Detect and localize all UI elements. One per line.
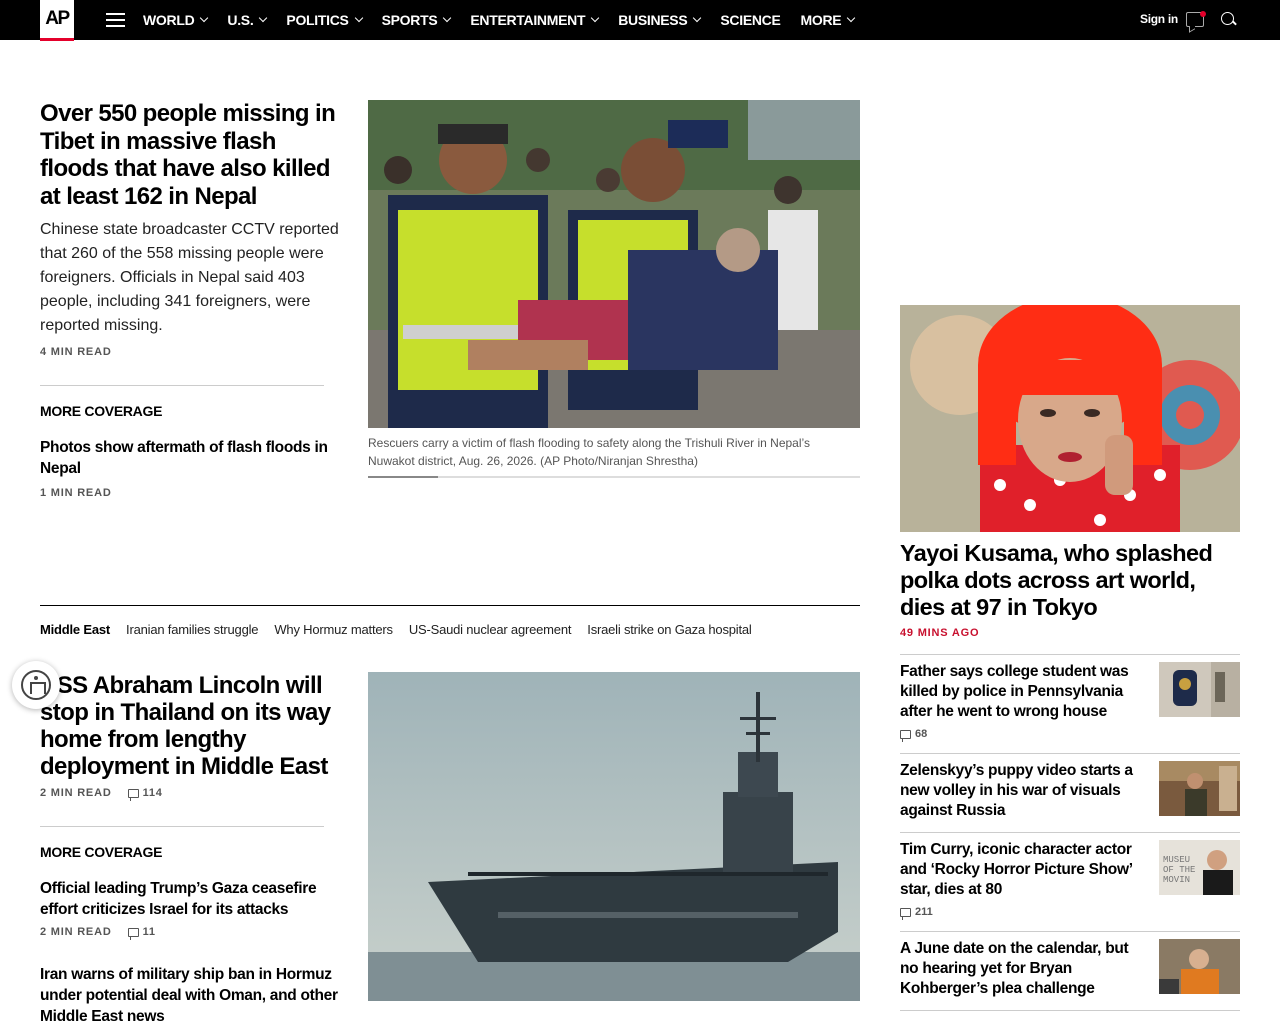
- nav-label: SCIENCE: [720, 12, 781, 28]
- read-time: 4 MIN READ: [40, 346, 112, 358]
- divider: [900, 832, 1240, 833]
- caption-divider: [368, 476, 860, 478]
- rail-item-title[interactable]: Father says college student was killed b…: [900, 662, 1150, 722]
- rail-item-title[interactable]: Zelenskyy’s puppy video starts a new vol…: [900, 761, 1150, 821]
- comment-count[interactable]: 11: [127, 926, 156, 940]
- notification-dot: [1200, 11, 1206, 17]
- comment-icon: [127, 927, 139, 940]
- photo-caption: Rescuers carry a victim of flash floodin…: [368, 436, 810, 468]
- accessibility-icon: [21, 670, 51, 700]
- tim-curry-image: MUSEU OF THE MOVIN: [1159, 840, 1240, 895]
- read-time: 1 MIN READ: [40, 487, 112, 499]
- zelenskyy-image: [1159, 761, 1240, 816]
- divider: [900, 753, 1240, 754]
- divider: [40, 385, 324, 386]
- kusama-portrait-image: [900, 305, 1240, 532]
- comment-number: 11: [142, 926, 156, 938]
- section-label[interactable]: Middle East: [40, 622, 110, 637]
- divider: [900, 1010, 1240, 1011]
- nav-label: MORE: [800, 12, 842, 28]
- flood-rescue-photo[interactable]: [368, 100, 860, 428]
- svg-text:MUSEU: MUSEU: [1163, 855, 1190, 865]
- aircraft-carrier-image: [368, 672, 860, 1001]
- comment-icon: [127, 788, 139, 801]
- nav-label: SPORTS: [381, 12, 438, 28]
- comment-count[interactable]: 114: [127, 787, 163, 801]
- time-ago: 49 MINS AGO: [900, 627, 980, 639]
- middle-east-tabs: Middle East Iranian families struggle Wh…: [40, 622, 768, 637]
- story-meta: 2 MIN READ 11: [40, 926, 156, 940]
- middle-east-headline[interactable]: USS Abraham Lincoln will stop in Thailan…: [40, 672, 345, 780]
- comment-number: 68: [915, 728, 928, 740]
- related-headline[interactable]: Iran warns of military ship ban in Hormu…: [40, 964, 340, 1024]
- comment-count[interactable]: 211: [900, 906, 933, 920]
- section-divider: [40, 605, 860, 606]
- rail-item-title[interactable]: Tim Curry, iconic character actor and ‘R…: [900, 840, 1150, 900]
- search-icon[interactable]: [1221, 12, 1236, 27]
- chevron-down-icon: [590, 13, 600, 23]
- police-station-thumbnail[interactable]: [1159, 662, 1240, 717]
- nav-label: WORLD: [143, 12, 195, 28]
- kohberger-thumbnail[interactable]: [1159, 939, 1240, 994]
- comment-number: 114: [142, 787, 163, 799]
- topic-tab[interactable]: Why Hormuz matters: [274, 622, 393, 637]
- nav-item-more[interactable]: MORE: [800, 12, 856, 28]
- comment-number: 211: [915, 906, 933, 918]
- top-navigation-bar: AP WORLD U.S. POLITICS SPORTS ENTERTAINM…: [0, 0, 1280, 41]
- svg-text:MOVIN: MOVIN: [1163, 875, 1190, 885]
- more-coverage-label: MORE COVERAGE: [40, 844, 163, 860]
- chevron-down-icon: [693, 13, 702, 23]
- nav-label: BUSINESS: [618, 12, 688, 28]
- sign-in-link[interactable]: Sign in: [1140, 12, 1178, 26]
- chevron-down-icon: [847, 13, 856, 23]
- nav-label: POLITICS: [286, 12, 349, 28]
- nav-item-us[interactable]: U.S.: [227, 12, 268, 28]
- kusama-photo[interactable]: [900, 305, 1240, 532]
- aircraft-carrier-photo[interactable]: [368, 672, 860, 1001]
- related-headline[interactable]: Photos show aftermath of flash floods in…: [40, 437, 330, 479]
- divider: [900, 654, 1240, 655]
- nav-label: ENTERTAINMENT: [470, 12, 586, 28]
- police-station-image: [1159, 662, 1240, 717]
- svg-text:OF THE: OF THE: [1163, 865, 1195, 875]
- chevron-down-icon: [259, 13, 268, 23]
- kohberger-image: [1159, 939, 1240, 994]
- divider: [900, 931, 1240, 932]
- nav-item-politics[interactable]: POLITICS: [286, 12, 363, 28]
- nav-item-sports[interactable]: SPORTS: [381, 12, 452, 28]
- more-coverage-label: MORE COVERAGE: [40, 403, 163, 419]
- zelenskyy-thumbnail[interactable]: [1159, 761, 1240, 816]
- ap-logo[interactable]: AP: [40, 0, 74, 41]
- flood-rescue-image: [368, 100, 860, 428]
- lead-headline[interactable]: Over 550 people missing in Tibet in mass…: [40, 100, 340, 210]
- comment-icon: [900, 907, 911, 920]
- read-time: 2 MIN READ: [40, 787, 112, 799]
- nav-label: U.S.: [227, 12, 254, 28]
- divider: [40, 826, 324, 827]
- main-nav: WORLD U.S. POLITICS SPORTS ENTERTAINMENT…: [143, 0, 874, 40]
- nav-item-science[interactable]: SCIENCE: [720, 12, 780, 28]
- nav-item-business[interactable]: BUSINESS: [618, 12, 702, 28]
- read-time: 2 MIN READ: [40, 926, 112, 938]
- chevron-down-icon: [443, 13, 452, 23]
- topic-tab[interactable]: Iranian families struggle: [126, 622, 258, 637]
- chevron-down-icon: [200, 13, 209, 23]
- nav-item-entertainment[interactable]: ENTERTAINMENT: [470, 12, 600, 28]
- story-meta: 2 MIN READ 114: [40, 787, 163, 801]
- caption-progress: [368, 476, 438, 478]
- tim-curry-thumbnail[interactable]: MUSEU OF THE MOVIN: [1159, 840, 1240, 895]
- topic-tab[interactable]: US-Saudi nuclear agreement: [409, 622, 572, 637]
- nav-item-world[interactable]: WORLD: [143, 12, 209, 28]
- menu-icon[interactable]: [106, 13, 125, 27]
- rail-feature-headline[interactable]: Yayoi Kusama, who splashed polka dots ac…: [900, 540, 1240, 621]
- accessibility-button[interactable]: [12, 661, 60, 709]
- topic-tab[interactable]: Israeli strike on Gaza hospital: [587, 622, 752, 637]
- chevron-down-icon: [354, 13, 363, 23]
- comment-icon: [900, 729, 911, 742]
- related-headline[interactable]: Official leading Trump’s Gaza ceasefire …: [40, 878, 350, 920]
- comment-count[interactable]: 68: [900, 728, 928, 742]
- lead-summary: Chinese state broadcaster CCTV reported …: [40, 221, 339, 334]
- rail-item-title[interactable]: A June date on the calendar, but no hear…: [900, 939, 1150, 999]
